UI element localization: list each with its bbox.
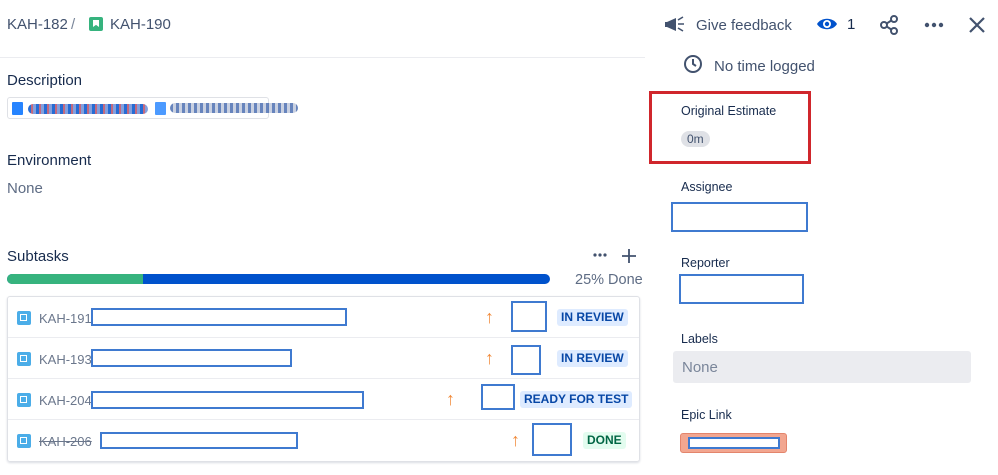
subtask-key[interactable]: KAH-191 bbox=[39, 311, 92, 326]
subtask-row[interactable]: KAH-191 ↑ IN REVIEW bbox=[8, 297, 639, 338]
redacted-assignee-avatar[interactable] bbox=[511, 345, 541, 375]
labels-value: None bbox=[682, 359, 718, 376]
redacted-assignee[interactable] bbox=[671, 202, 808, 232]
issue-header: KAH-182 / KAH-190 Give feedback 1 bbox=[0, 0, 998, 52]
redacted-link[interactable] bbox=[28, 104, 148, 114]
priority-high-icon: ↑ bbox=[485, 348, 494, 368]
redacted-assignee-avatar[interactable] bbox=[481, 384, 515, 410]
breadcrumb-separator: / bbox=[71, 16, 76, 33]
watch-count: 1 bbox=[847, 15, 856, 33]
original-estimate-label: Original Estimate bbox=[681, 104, 777, 118]
original-estimate-value[interactable]: 0m bbox=[681, 131, 710, 147]
eye-icon bbox=[817, 18, 837, 30]
watch-button[interactable]: 1 bbox=[816, 14, 855, 34]
give-feedback-label: Give feedback bbox=[696, 16, 792, 34]
redacted-summary[interactable] bbox=[91, 391, 364, 409]
redacted-summary[interactable] bbox=[91, 308, 347, 326]
subtask-icon bbox=[17, 352, 31, 366]
megaphone-icon bbox=[665, 16, 684, 32]
clock-icon bbox=[684, 54, 702, 73]
time-tracking-value: No time logged bbox=[714, 58, 815, 75]
reporter-label: Reporter bbox=[681, 256, 730, 270]
subtask-key[interactable]: KAH-193 bbox=[39, 352, 92, 367]
redacted-epic-name bbox=[688, 437, 780, 449]
description-heading: Description bbox=[7, 72, 83, 89]
assignee-label: Assignee bbox=[681, 180, 733, 194]
page-icon bbox=[155, 102, 166, 115]
priority-high-icon: ↑ bbox=[446, 389, 455, 409]
subtask-key[interactable]: KAH-204 bbox=[39, 393, 92, 408]
subtask-list: KAH-191 ↑ IN REVIEW KAH-193 ↑ IN REVIEW … bbox=[7, 296, 640, 462]
subtask-row[interactable]: KAH-193 ↑ IN REVIEW bbox=[8, 338, 639, 379]
subtask-row[interactable]: KAH-204 ↑ READY FOR TEST bbox=[8, 379, 639, 420]
environment-heading: Environment bbox=[7, 152, 92, 169]
share-icon[interactable] bbox=[878, 14, 900, 36]
redacted-assignee-avatar[interactable] bbox=[532, 423, 572, 456]
subtask-icon bbox=[17, 434, 31, 448]
status-badge[interactable]: IN REVIEW bbox=[557, 309, 628, 326]
priority-high-icon: ↑ bbox=[485, 307, 494, 327]
subtask-icon bbox=[17, 311, 31, 325]
add-subtask-icon[interactable] bbox=[620, 247, 638, 265]
epic-link-label: Epic Link bbox=[681, 408, 732, 422]
epic-link-lozenge[interactable] bbox=[680, 433, 787, 453]
subtask-icon bbox=[17, 393, 31, 407]
description-content[interactable] bbox=[7, 97, 298, 119]
subtask-row[interactable]: KAH-206 ↑ DONE bbox=[8, 420, 639, 461]
progress-label: 25% Done bbox=[575, 272, 643, 288]
redacted-summary[interactable] bbox=[91, 349, 292, 367]
more-actions-icon[interactable] bbox=[923, 14, 945, 36]
subtasks-progress-bar bbox=[7, 274, 550, 284]
redacted-assignee-avatar[interactable] bbox=[511, 301, 547, 332]
redacted-link[interactable] bbox=[170, 103, 298, 113]
priority-high-icon: ↑ bbox=[511, 430, 520, 450]
time-tracking[interactable]: No time logged bbox=[683, 52, 815, 75]
subtasks-more-icon[interactable] bbox=[592, 247, 608, 263]
close-icon[interactable] bbox=[966, 14, 988, 36]
subtask-key[interactable]: KAH-206 bbox=[39, 434, 92, 449]
subtasks-heading: Subtasks bbox=[7, 248, 69, 265]
status-badge[interactable]: IN REVIEW bbox=[557, 350, 628, 367]
status-badge[interactable]: READY FOR TEST bbox=[520, 391, 633, 408]
story-icon bbox=[89, 17, 103, 31]
status-badge[interactable]: DONE bbox=[583, 432, 626, 449]
redacted-summary[interactable] bbox=[100, 432, 298, 449]
give-feedback-button[interactable]: Give feedback bbox=[664, 13, 792, 37]
breadcrumb-parent-issue[interactable]: KAH-182 bbox=[7, 16, 68, 33]
environment-value[interactable]: None bbox=[7, 180, 43, 197]
progress-done-segment bbox=[7, 274, 143, 284]
redacted-reporter[interactable] bbox=[679, 274, 804, 304]
labels-field[interactable]: None bbox=[673, 351, 971, 383]
labels-label: Labels bbox=[681, 332, 718, 346]
breadcrumb-current-issue[interactable]: KAH-190 bbox=[110, 16, 171, 33]
highlight-box bbox=[649, 91, 811, 164]
header-divider bbox=[0, 57, 645, 58]
page-icon bbox=[12, 102, 23, 115]
